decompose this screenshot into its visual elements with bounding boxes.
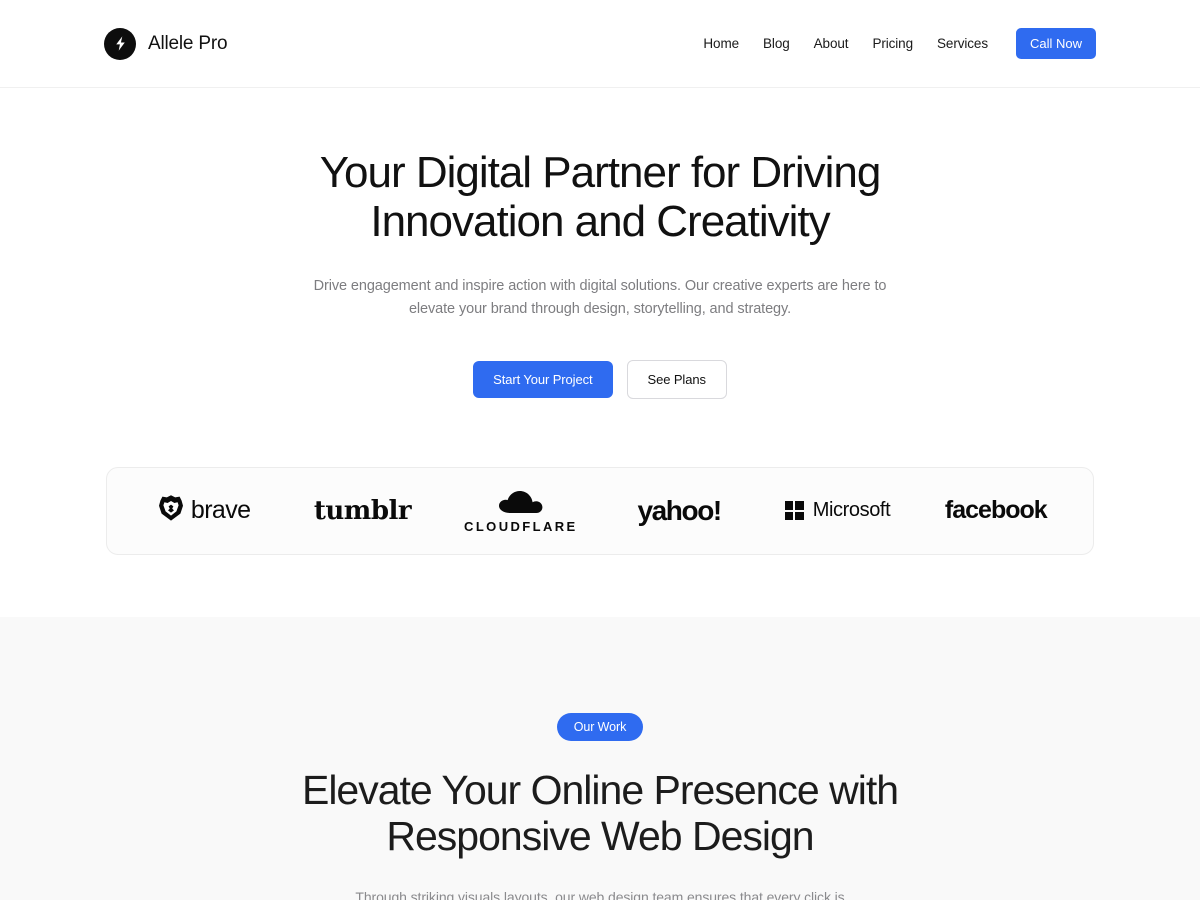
logo-microsoft-label: Microsoft [812, 499, 891, 521]
logo-cloudflare-label: CLOUDFLARE [464, 518, 578, 534]
client-logo-strip: brave tumblr CLOUDFLARE yahoo! Microsoft… [106, 466, 1094, 555]
hero-actions: Start Your Project See Plans [0, 359, 1200, 399]
lightning-bolt-icon [104, 27, 136, 60]
hero-subtitle: Drive engagement and inspire action with… [313, 277, 887, 318]
nav-item-about[interactable]: About [802, 30, 861, 57]
logo-tumblr: tumblr [283, 496, 441, 526]
brand-logo[interactable]: Allele Pro [104, 27, 228, 60]
logo-brave-label: brave [190, 496, 251, 524]
nav-item-services[interactable]: Services [925, 30, 1000, 57]
brand-name: Allele Pro [148, 32, 228, 54]
ms-square-1 [784, 501, 794, 510]
logo-tumblr-label: tumblr [313, 495, 412, 526]
our-work-badge: Our Work [556, 712, 644, 741]
see-plans-button[interactable]: See Plans [626, 359, 727, 399]
logo-microsoft: Microsoft [758, 499, 916, 522]
ms-square-3 [784, 511, 794, 520]
call-now-button[interactable]: Call Now [1015, 28, 1096, 59]
logo-facebook: facebook [917, 496, 1075, 525]
nav-item-blog[interactable]: Blog [751, 30, 802, 57]
nav-item-pricing[interactable]: Pricing [860, 30, 925, 57]
nav-item-home[interactable]: Home [691, 30, 751, 57]
our-work-section: Our Work Elevate Your Online Presence wi… [0, 616, 1200, 900]
ms-square-4 [795, 511, 804, 520]
site-header: Allele Pro Home Blog About Pricing Servi… [0, 0, 1200, 88]
work-section-subtitle: Through striking visuals layouts, our we… [355, 888, 845, 900]
brave-lion-icon [158, 494, 184, 527]
work-section-title: Elevate Your Online Presence with Respon… [301, 766, 899, 860]
hero-section: Your Digital Partner for Driving Innovat… [0, 88, 1200, 555]
main-navigation: Home Blog About Pricing Services Call No… [691, 28, 1096, 59]
cloud-icon [493, 488, 549, 519]
logo-facebook-label: facebook [944, 496, 1048, 524]
ms-square-2 [795, 501, 804, 510]
hero-title: Your Digital Partner for Driving Innovat… [319, 148, 882, 247]
microsoft-squares-icon [784, 501, 804, 520]
logo-yahoo: yahoo! [600, 495, 758, 527]
start-your-project-button[interactable]: Start Your Project [473, 360, 613, 398]
logo-yahoo-label: yahoo! [637, 494, 722, 526]
logo-brave: brave [125, 494, 283, 527]
logo-cloudflare: CLOUDFLARE [442, 488, 600, 534]
